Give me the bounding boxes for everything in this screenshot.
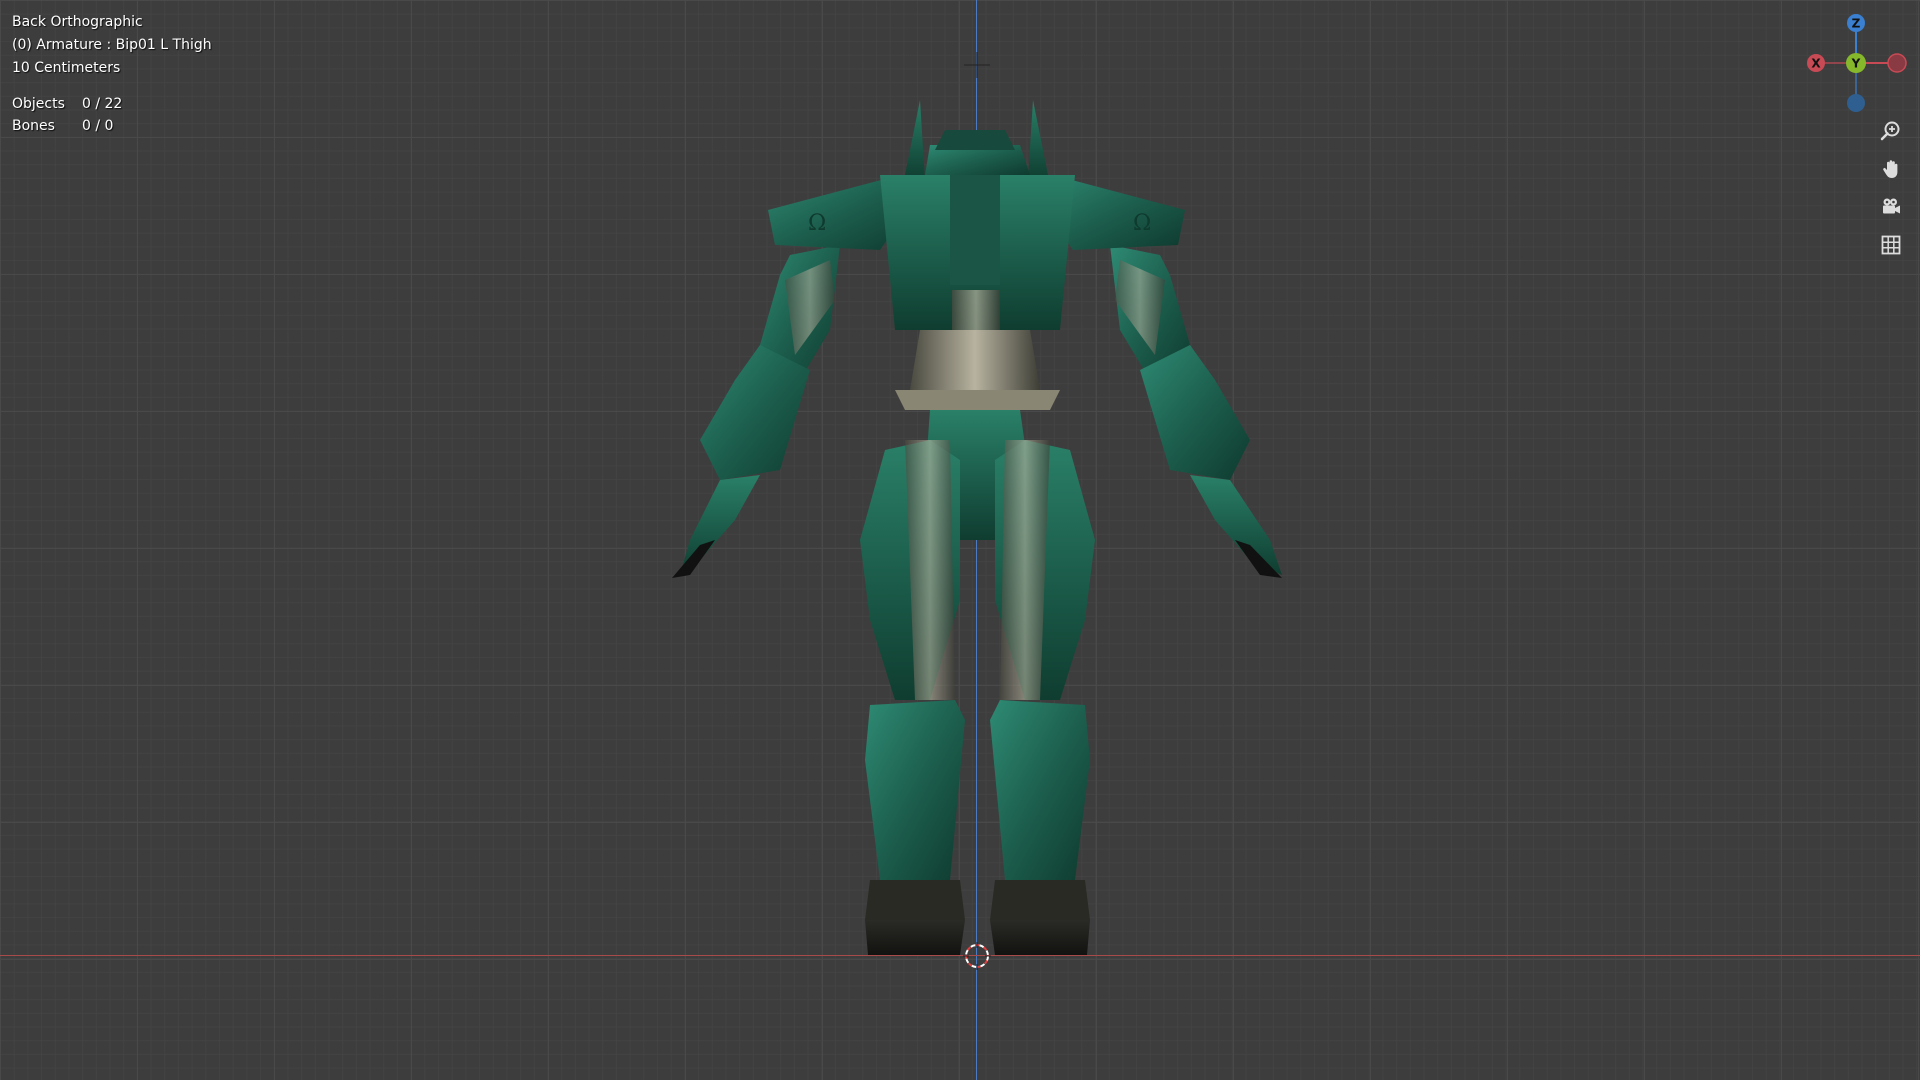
- svg-text:Z: Z: [1852, 17, 1861, 31]
- grid-icon: [1881, 235, 1901, 255]
- zoom-in-icon: [1880, 121, 1900, 141]
- camera-icon: [1883, 198, 1900, 214]
- svg-text:X: X: [1811, 57, 1821, 71]
- 3d-cursor[interactable]: [963, 942, 991, 970]
- active-object-label: (0) Armature : Bip01 L Thigh: [12, 37, 212, 53]
- stats-label: Bones: [12, 118, 55, 134]
- gizmo-neg-z[interactable]: [1847, 94, 1865, 112]
- svg-text:Ω: Ω: [1133, 211, 1151, 236]
- grid-scale-label: 10 Centimeters: [12, 60, 121, 76]
- hand-icon: [1883, 160, 1898, 178]
- view-name: Back Orthographic: [12, 14, 143, 30]
- stats-row-bones: Bones 0 / 0: [12, 115, 122, 137]
- svg-text:Ω: Ω: [808, 211, 826, 236]
- stats-label: Objects: [12, 96, 65, 112]
- gizmo-x-axis[interactable]: X: [1807, 54, 1825, 72]
- right-leg: [990, 440, 1095, 955]
- left-arm: [672, 245, 840, 578]
- scene-stats: Objects 0 / 22 Bones 0 / 0: [12, 93, 122, 137]
- robot-model[interactable]: Ω Ω: [0, 0, 1920, 1080]
- gizmo-neg-x[interactable]: [1887, 53, 1907, 73]
- stats-row-objects: Objects 0 / 22: [12, 93, 122, 115]
- perspective-toggle-button[interactable]: [1875, 229, 1907, 261]
- right-arm: [1110, 245, 1282, 578]
- stats-value: 0 / 22: [82, 96, 123, 112]
- gizmo-z-axis[interactable]: Z: [1847, 14, 1865, 32]
- pan-button[interactable]: [1875, 153, 1907, 185]
- 3d-viewport[interactable]: Ω Ω Back Orthographic (0) Armature: Bip…: [0, 0, 1920, 1080]
- camera-view-button[interactable]: [1875, 191, 1907, 223]
- svg-text:Y: Y: [1851, 57, 1861, 71]
- gizmo-y-axis[interactable]: Y: [1846, 53, 1866, 73]
- stats-value: 0 / 0: [82, 118, 114, 134]
- zoom-button[interactable]: [1875, 115, 1907, 147]
- navigation-gizmo[interactable]: Z X Y: [1800, 10, 1910, 120]
- left-leg: [860, 440, 965, 955]
- view-center-marker: [964, 52, 990, 78]
